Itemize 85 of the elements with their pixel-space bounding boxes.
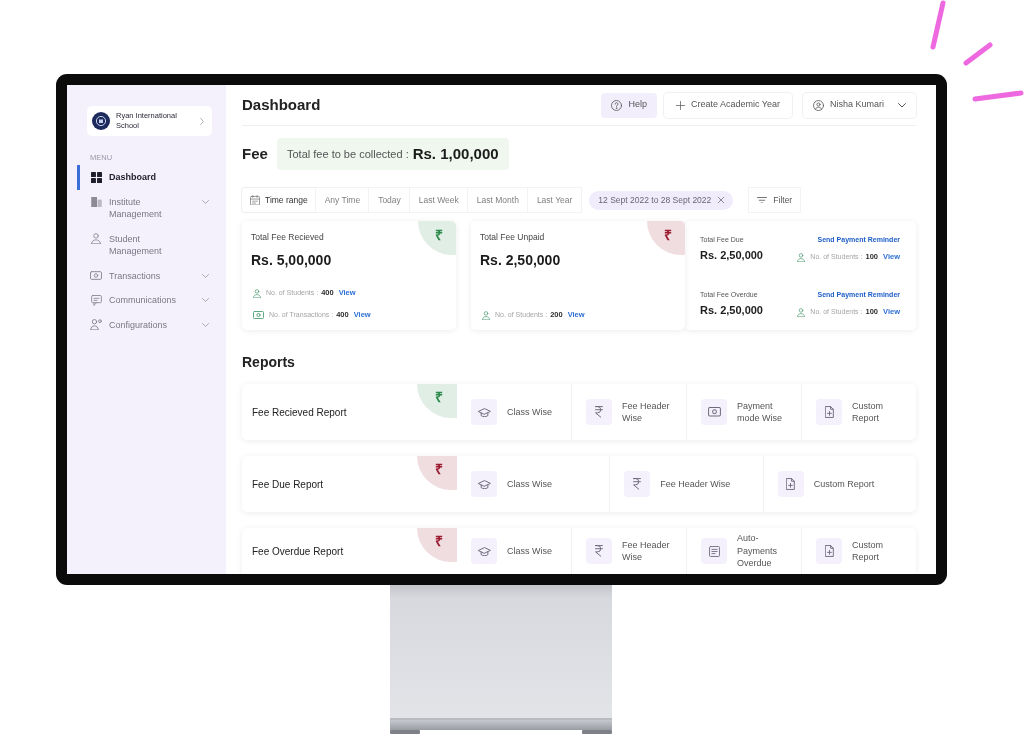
user-menu-button[interactable]: Nisha Kumari — [802, 92, 916, 118]
document-plus-icon — [816, 538, 842, 564]
report-option[interactable]: Fee Header Wise — [571, 528, 686, 574]
report-title: Fee Recieved Report — [252, 405, 347, 420]
time-filter-option[interactable]: Last Month — [467, 188, 528, 212]
date-range-chip[interactable]: 12 Sept 2022 to 28 Sept 2022 — [589, 190, 734, 210]
sidebar-item[interactable]: Institute Management — [77, 189, 212, 227]
sparkle-stroke-icon — [930, 0, 946, 50]
chevron-down-icon — [202, 322, 209, 327]
card-amount: Rs. 2,50,000 — [480, 251, 561, 269]
create-academic-year-button[interactable]: Create Academic Year — [663, 92, 792, 118]
plus-icon — [675, 100, 685, 110]
report-option[interactable]: Fee Header Wise — [609, 456, 763, 512]
currency-symbol: ₹ — [664, 228, 672, 243]
school-logo-icon — [92, 112, 110, 130]
report-title: Fee Overdue Report — [252, 544, 344, 559]
card-amount: Rs. 2,50,000 — [700, 248, 763, 262]
card-title: Total Fee Recieved — [251, 231, 324, 243]
currency-symbol: ₹ — [435, 390, 443, 405]
time-filter-option[interactable]: Last Week — [409, 188, 468, 212]
section-title: Fee — [242, 144, 269, 164]
time-filter-option[interactable]: Any Time — [315, 188, 370, 212]
graduation-cap-icon — [471, 399, 497, 425]
user-avatar-icon — [812, 99, 824, 111]
sidebar-item[interactable]: Communications — [77, 288, 212, 313]
rupee-icon — [586, 538, 612, 564]
building-icon — [90, 196, 102, 207]
sparkle-stroke-icon — [963, 42, 993, 66]
chat-icon — [90, 294, 102, 306]
time-filter-option[interactable]: Today — [369, 188, 410, 212]
document-plus-icon — [816, 399, 842, 425]
sidebar-item[interactable]: Configurations — [77, 312, 212, 337]
chevron-right-icon — [200, 117, 204, 125]
user-icon — [91, 233, 101, 245]
time-range-button[interactable]: Time range — [242, 188, 316, 212]
filter-icon — [757, 196, 768, 204]
report-option[interactable]: Fee Header Wise — [571, 384, 686, 440]
currency-symbol: ₹ — [435, 462, 443, 477]
report-option[interactable]: Custom Report — [801, 528, 916, 574]
user-gear-icon — [90, 319, 102, 331]
document-plus-icon — [777, 471, 804, 497]
sidebar-item[interactable]: Transactions — [77, 263, 212, 288]
calendar-icon — [250, 194, 260, 206]
close-icon — [718, 197, 725, 203]
currency-symbol: ₹ — [435, 534, 443, 549]
rupee-icon — [624, 471, 651, 497]
report-option[interactable]: Custom Report — [801, 384, 916, 440]
section-title: Reports — [242, 353, 296, 372]
report-title: Fee Due Report — [252, 477, 324, 492]
user-icon — [797, 307, 806, 317]
user-icon — [797, 252, 806, 262]
help-button[interactable]: Help — [601, 92, 657, 118]
rupee-icon — [586, 399, 612, 425]
chevron-down-icon — [898, 102, 906, 108]
user-icon — [482, 310, 490, 320]
graduation-cap-icon — [471, 538, 497, 564]
graduation-cap-icon — [471, 471, 497, 497]
chevron-down-icon — [202, 273, 209, 278]
sparkle-stroke-icon — [972, 90, 1024, 102]
chevron-down-icon — [202, 298, 209, 302]
report-option[interactable]: Class Wise — [457, 384, 571, 440]
user-icon — [253, 288, 261, 298]
cash-icon — [701, 399, 727, 425]
sidebar-item[interactable]: Dashboard — [77, 165, 212, 190]
card-amount: Rs. 2,50,000 — [700, 303, 763, 317]
report-option[interactable]: Class Wise — [457, 456, 610, 512]
time-filter-option[interactable]: Last Year — [527, 188, 582, 212]
report-option[interactable]: Payment mode Wise — [686, 384, 801, 440]
report-option[interactable]: Auto-Payments Overdue — [686, 528, 801, 574]
page-title: Dashboard — [242, 95, 321, 115]
grid-icon — [90, 171, 102, 183]
sidebar-item[interactable]: Student Management — [77, 226, 212, 264]
card-title: Total Fee Unpaid — [480, 231, 545, 243]
filter-button[interactable]: Filter — [749, 188, 801, 212]
help-icon — [611, 99, 623, 111]
document-lines-icon — [701, 538, 727, 564]
card-amount: Rs. 5,00,000 — [251, 251, 332, 269]
total-amount: Rs. 1,00,000 — [412, 143, 499, 164]
report-option[interactable]: Custom Report — [762, 456, 916, 512]
chevron-down-icon — [202, 199, 209, 204]
currency-symbol: ₹ — [435, 228, 443, 243]
cash-icon — [253, 311, 264, 319]
cash-icon — [90, 271, 102, 281]
total-label: Total fee to be collected : — [287, 146, 409, 162]
report-option[interactable]: Class Wise — [457, 528, 571, 574]
